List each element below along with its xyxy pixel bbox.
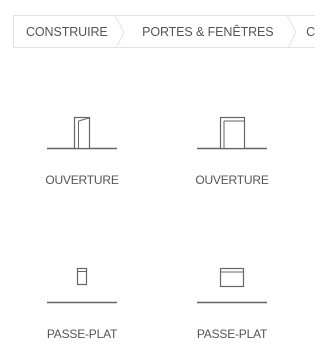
breadcrumb-separator-icon [115, 16, 125, 47]
grid-item-label: PASSE-PLAT [46, 327, 118, 341]
grid-item-ouverture-wide[interactable]: OUVERTURE [172, 108, 292, 198]
breadcrumb-item-portes-fenetres[interactable]: PORTES & FENÊTRES [124, 16, 297, 47]
grid-item-ouverture[interactable]: OUVERTURE [22, 108, 142, 198]
grid-item-label: PASSE-PLAT [196, 327, 268, 341]
breadcrumb-item-construire[interactable]: CONSTRUIRE [14, 16, 125, 47]
breadcrumb-separator-icon [287, 16, 297, 47]
grid-item-label: OUVERTURE [195, 173, 269, 187]
grid-item-passe-plat-wide[interactable]: PASSE-PLAT [172, 263, 292, 353]
breadcrumb-item-label: CONSTRUIRE [26, 24, 108, 39]
breadcrumb-item-label: PORTES & FENÊTRES [142, 24, 274, 39]
opening-wide-icon [197, 116, 267, 150]
pass-through-icon [47, 267, 117, 304]
grid-item-label: OUVERTURE [45, 173, 119, 187]
grid-item-passe-plat[interactable]: PASSE-PLAT [22, 263, 142, 353]
breadcrumb: CONSTRUIRE PORTES & FENÊTRES C [13, 15, 315, 48]
pass-through-wide-icon [197, 267, 267, 304]
opening-door-icon [47, 116, 117, 150]
breadcrumb-item-label: C [306, 24, 315, 39]
